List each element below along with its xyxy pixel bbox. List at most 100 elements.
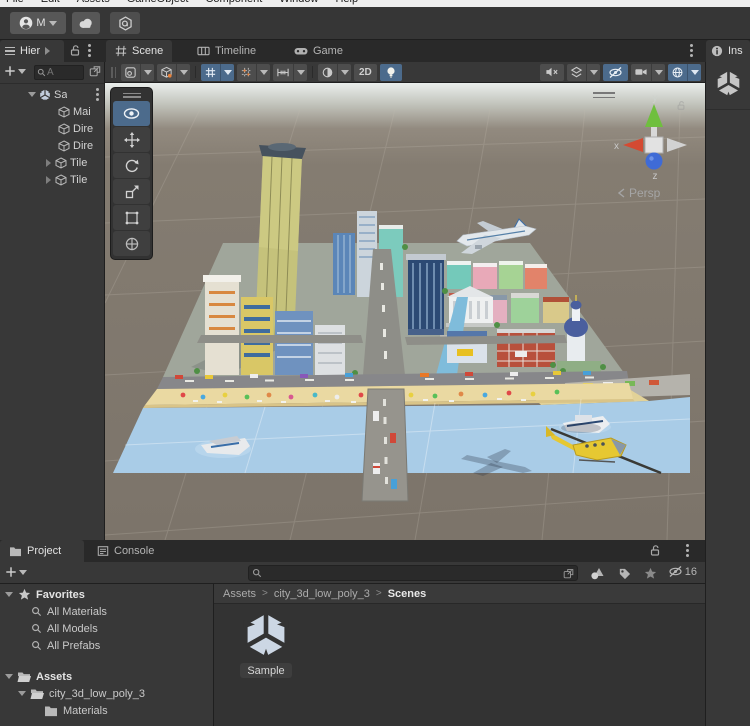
plus-icon [6, 567, 16, 577]
rotate-tool-button[interactable] [113, 153, 150, 178]
hierarchy-item-label: Tile [70, 173, 88, 186]
gizmo-z-axis[interactable] [645, 152, 663, 170]
scene-view-panel: 2D y x z Persp [105, 62, 705, 540]
project-add-button[interactable] [5, 566, 27, 578]
chevron-down-icon [18, 68, 26, 74]
caret-down-icon[interactable] [28, 92, 36, 97]
favorites-filter-button[interactable] [639, 565, 661, 581]
rect-tool-button[interactable] [113, 205, 150, 230]
gizmos-globe-button[interactable] [668, 63, 701, 81]
scene-viewport[interactable]: y x z Persp [105, 83, 705, 540]
chevron-down-icon [589, 69, 598, 75]
scene-camera-button[interactable] [631, 63, 665, 81]
tab-console[interactable]: Console [88, 540, 163, 562]
snap-increment-button[interactable] [273, 63, 307, 81]
rect-tool-icon [125, 211, 138, 224]
tab-game[interactable]: Game [285, 40, 352, 62]
scene-item-menu-icon[interactable] [96, 88, 99, 101]
hierarchy-item[interactable]: Dire [0, 120, 105, 137]
effects-toggle-button[interactable] [567, 63, 600, 81]
caret-down-icon[interactable] [5, 592, 13, 597]
grid-icon [205, 67, 216, 77]
audio-toggle-button[interactable] [540, 63, 564, 81]
tree-item-favorites[interactable]: Favorites [0, 586, 85, 603]
menu-window[interactable]: Window [279, 0, 318, 5]
chevron-down-icon [296, 69, 305, 75]
menu-file[interactable]: File [6, 0, 24, 5]
hidden-items-toggle[interactable]: 16 [668, 565, 697, 578]
tab-project[interactable]: Project [0, 540, 84, 562]
tree-item-assets[interactable]: Assets [0, 668, 72, 685]
scale-tool-button[interactable] [113, 179, 150, 204]
hierarchy-search-box[interactable] [34, 65, 84, 80]
asset-sample-scene[interactable]: Sample [236, 612, 296, 678]
project-lock-icon[interactable] [649, 544, 661, 557]
gizmo-lock-icon[interactable] [676, 100, 686, 111]
menu-edit[interactable]: Edit [41, 0, 60, 5]
caret-down-icon[interactable] [18, 691, 26, 696]
lightbulb-icon [387, 66, 395, 78]
menu-gameobject[interactable]: GameObject [127, 0, 189, 5]
menu-component[interactable]: Component [205, 0, 262, 5]
transform-tool-button[interactable] [113, 231, 150, 256]
hierarchy-item[interactable]: Mai [0, 103, 105, 120]
search-by-type-button[interactable] [586, 565, 608, 581]
view-tool-button[interactable] [113, 101, 150, 126]
hierarchy-item[interactable]: Tile [0, 171, 105, 188]
gameobject-cube-icon [55, 156, 67, 169]
move-tool-button[interactable] [113, 127, 150, 152]
tree-item-label: All Materials [47, 605, 107, 618]
tab-inspector[interactable]: Ins [706, 40, 750, 62]
lighting-toggle-button[interactable] [379, 63, 402, 81]
hierarchy-item-scene[interactable]: Sa [0, 86, 105, 103]
account-button[interactable]: M [10, 12, 66, 34]
caret-right-icon[interactable] [46, 158, 51, 167]
projection-mode-label[interactable]: Persp [618, 186, 660, 200]
project-search-box[interactable] [248, 565, 578, 581]
gizmo-y-axis[interactable] [645, 104, 663, 127]
tree-item-all-models[interactable]: All Models [0, 620, 98, 637]
toolbar-grip[interactable] [111, 66, 116, 78]
hierarchy-item[interactable]: Tile [0, 154, 105, 171]
grid-visibility-button[interactable] [201, 63, 234, 81]
cloud-services-button[interactable] [72, 12, 100, 34]
open-new-window-icon[interactable] [563, 568, 574, 579]
tab-hierarchy[interactable]: Hier [0, 40, 64, 62]
shading-mode-button[interactable] [318, 63, 351, 81]
tree-item-folder[interactable]: city_3d_low_poly_3 [0, 685, 145, 702]
scene-window-menu-icon[interactable] [690, 44, 693, 57]
tree-item-all-materials[interactable]: All Materials [0, 603, 107, 620]
gizmo-options-button[interactable] [157, 63, 190, 81]
overlay-drag-handle[interactable] [113, 90, 150, 100]
breadcrumb-assets[interactable]: Assets [223, 588, 256, 600]
scene-item-label: Sa [54, 88, 68, 101]
gizmo-neg-x-axis[interactable] [667, 138, 687, 152]
2d-toggle-button[interactable]: 2D [354, 63, 377, 81]
gizmo-center-cube[interactable] [644, 136, 664, 154]
grid-snapping-button[interactable] [237, 63, 270, 81]
draw-mode-button[interactable] [121, 63, 154, 81]
hierarchy-search-input[interactable] [47, 67, 81, 78]
tree-item-subfolder[interactable]: Materials [0, 702, 108, 719]
tree-item-all-prefabs[interactable]: All Prefabs [0, 637, 100, 654]
hierarchy-menu-icon[interactable] [88, 44, 91, 57]
tab-scene[interactable]: Scene [106, 40, 173, 62]
search-by-label-button[interactable] [613, 565, 635, 581]
project-menu-icon[interactable] [686, 544, 689, 557]
scene-visibility-button[interactable] [603, 63, 628, 81]
hierarchy-item[interactable]: Dire [0, 137, 105, 154]
hierarchy-item-label: Dire [73, 139, 94, 152]
project-search-input[interactable] [265, 566, 560, 580]
menu-assets[interactable]: Assets [77, 0, 110, 5]
tab-timeline[interactable]: Timeline [188, 40, 265, 62]
hierarchy-lock-icon[interactable] [69, 44, 81, 57]
menu-help[interactable]: Help [335, 0, 358, 5]
caret-down-icon[interactable] [5, 674, 13, 679]
open-new-window-icon[interactable] [89, 65, 101, 77]
hierarchy-add-button[interactable] [4, 65, 26, 77]
breadcrumb-folder[interactable]: city_3d_low_poly_3 [274, 588, 370, 600]
caret-right-icon[interactable] [46, 175, 51, 184]
plastic-scm-button[interactable] [110, 12, 140, 34]
gizmo-x-axis[interactable] [623, 138, 643, 152]
breadcrumb-separator: > [262, 588, 268, 599]
